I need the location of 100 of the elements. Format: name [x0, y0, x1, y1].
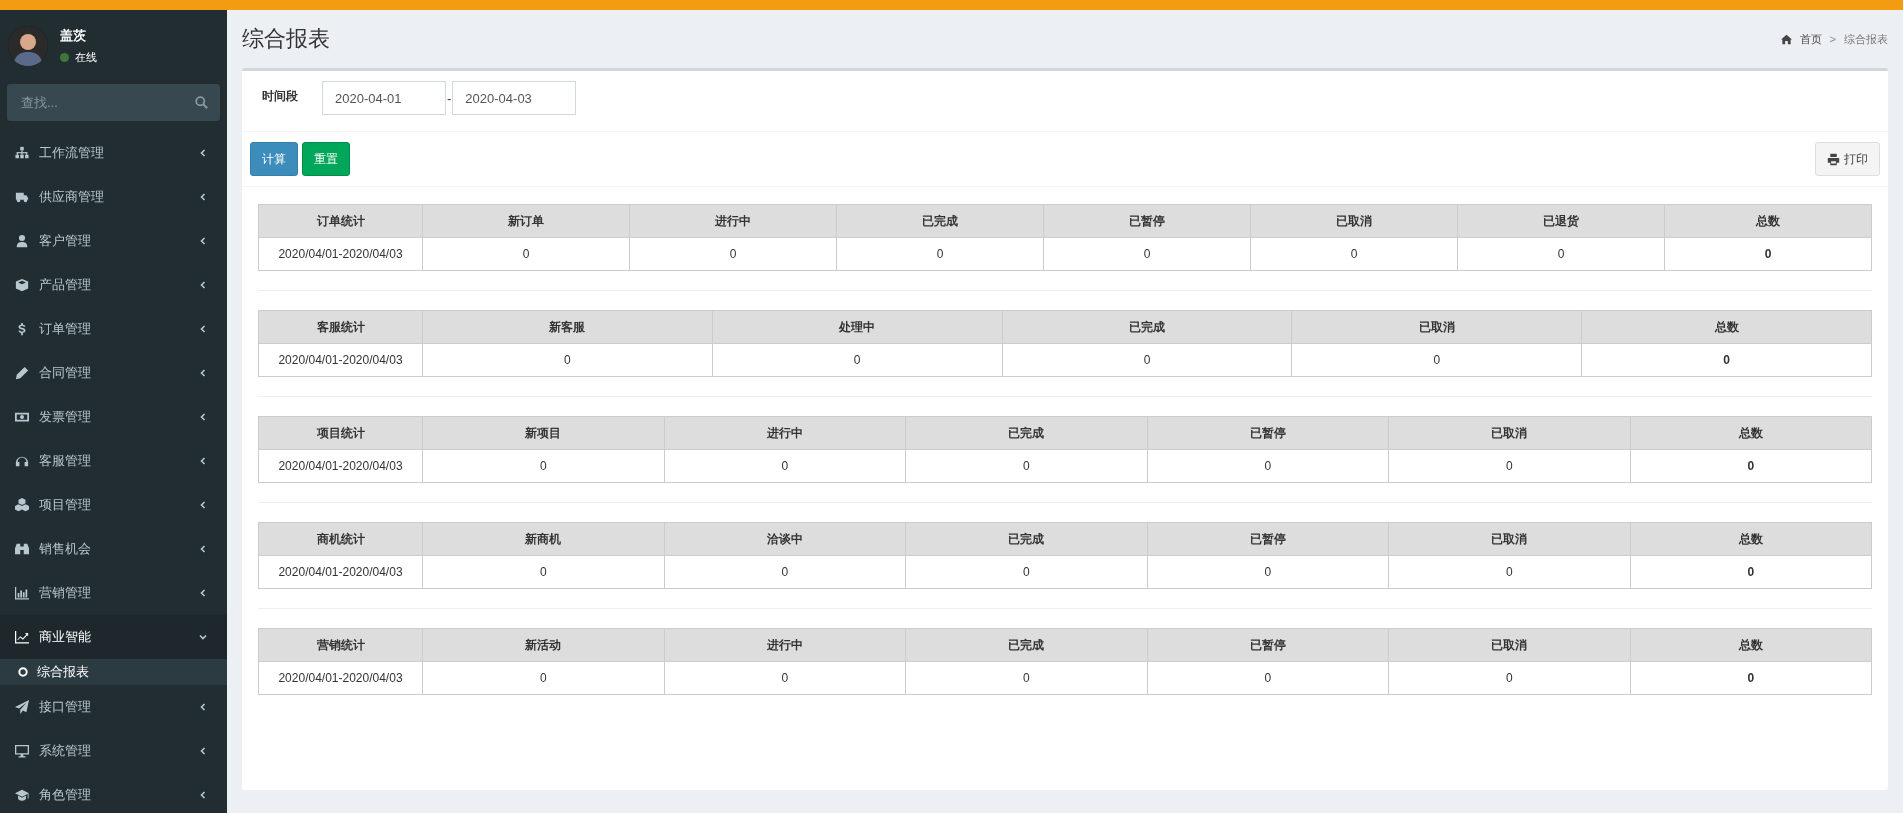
table-cell: 0: [905, 661, 1147, 695]
truck-icon: [15, 190, 29, 204]
sidebar-item[interactable]: 商业智能: [0, 615, 227, 659]
sidebar-item[interactable]: 客户管理: [0, 219, 227, 263]
table-cell: 0: [422, 449, 664, 483]
paper-plane-icon: [15, 700, 29, 714]
column-header: 已暂停: [1043, 204, 1251, 238]
table-cell: 2020/04/01-2020/04/03: [258, 449, 423, 483]
bar-chart-icon: [15, 586, 29, 600]
printer-icon: [1827, 152, 1840, 166]
column-header: 已取消: [1388, 416, 1630, 450]
sidebar-item[interactable]: 销售机会: [0, 527, 227, 571]
table-cell: 0: [1388, 449, 1630, 483]
sidebar-item[interactable]: 接口管理: [0, 685, 227, 729]
table-cell: 0: [1043, 237, 1251, 271]
table-cell: 2020/04/01-2020/04/03: [258, 555, 423, 589]
chevron-left-icon: [199, 325, 207, 333]
chevron-left-icon: [199, 589, 207, 597]
chevron-left-icon: [199, 747, 207, 755]
end-date-field[interactable]: 2020-04-03: [452, 81, 577, 115]
cubes-icon: [15, 498, 29, 512]
banknote-icon: [15, 410, 29, 424]
column-header: 总数: [1630, 522, 1872, 556]
column-header: 已完成: [905, 628, 1147, 662]
sidebar-item[interactable]: 供应商管理: [0, 175, 227, 219]
sidebar-item[interactable]: 合同管理: [0, 351, 227, 395]
column-header: 订单统计: [258, 204, 423, 238]
binoculars-icon: [15, 542, 29, 556]
table-cell: 0: [905, 555, 1147, 589]
table-cell: 0: [1388, 555, 1630, 589]
sitemap-icon: [15, 146, 29, 160]
sidebar-item[interactable]: 项目管理: [0, 483, 227, 527]
table-cell: 0: [1664, 237, 1872, 271]
table-cell: 0: [1147, 449, 1389, 483]
column-header: 已取消: [1250, 204, 1458, 238]
column-header: 营销统计: [258, 628, 423, 662]
start-date-field[interactable]: 2020-04-01: [322, 81, 446, 115]
column-header: 已取消: [1291, 310, 1582, 344]
status-dot-icon: [60, 53, 69, 62]
chevron-left-icon: [199, 413, 207, 421]
search-icon[interactable]: [195, 96, 208, 109]
sidebar-item[interactable]: 产品管理: [0, 263, 227, 307]
home-icon[interactable]: [1780, 33, 1792, 45]
column-header: 处理中: [712, 310, 1003, 344]
table-cell: 0: [664, 661, 906, 695]
sidebar-subitem[interactable]: 综合报表: [0, 659, 227, 685]
column-header: 洽谈中: [664, 522, 906, 556]
print-button[interactable]: 打印: [1815, 142, 1880, 176]
user-icon: [15, 234, 29, 248]
column-header: 总数: [1581, 310, 1872, 344]
column-header: 进行中: [629, 204, 837, 238]
table-cell: 0: [422, 237, 630, 271]
sidebar-item[interactable]: 角色管理: [0, 773, 227, 813]
calculate-button[interactable]: 计算: [250, 142, 298, 176]
sidebar-item[interactable]: 订单管理: [0, 307, 227, 351]
column-header: 总数: [1664, 204, 1872, 238]
column-header: 新项目: [422, 416, 664, 450]
chevron-left-icon: [199, 457, 207, 465]
sidebar-item[interactable]: 发票管理: [0, 395, 227, 439]
chevron-left-icon: [199, 193, 207, 201]
cube-icon: [15, 278, 29, 292]
table-cell: 2020/04/01-2020/04/03: [258, 343, 423, 377]
column-header: 已暂停: [1147, 522, 1389, 556]
column-header: 总数: [1630, 416, 1872, 450]
table-cell: 0: [422, 555, 664, 589]
column-header: 新订单: [422, 204, 630, 238]
sidebar-item[interactable]: 营销管理: [0, 571, 227, 615]
breadcrumb-link[interactable]: 首页: [1799, 31, 1822, 47]
graduation-cap-icon: [15, 788, 29, 802]
range-separator: -: [447, 90, 452, 106]
table-cell: 0: [664, 555, 906, 589]
table-cell: 2020/04/01-2020/04/03: [258, 661, 423, 695]
line-chart-icon: [15, 630, 29, 644]
user-name: 盖茨: [60, 27, 87, 45]
table-cell: 0: [1630, 449, 1872, 483]
sidebar-item[interactable]: 客服管理: [0, 439, 227, 483]
chevron-down-icon: [199, 633, 207, 641]
chevron-left-icon: [199, 703, 207, 711]
search-field[interactable]: 查找...: [7, 84, 220, 121]
circle-icon: [18, 667, 28, 677]
table-cell: 0: [1388, 661, 1630, 695]
chevron-left-icon: [199, 237, 207, 245]
table-cell: 0: [1291, 343, 1582, 377]
column-header: 已完成: [905, 416, 1147, 450]
table-cell: 0: [1630, 661, 1872, 695]
sidebar-item[interactable]: 工作流管理: [0, 131, 227, 175]
table-cell: 0: [1457, 237, 1665, 271]
column-header: 商机统计: [258, 522, 423, 556]
table-cell: 0: [1147, 661, 1389, 695]
table-cell: 0: [422, 343, 713, 377]
sidebar-item[interactable]: 系统管理: [0, 729, 227, 773]
table-cell: 0: [629, 237, 837, 271]
table-cell: 0: [1630, 555, 1872, 589]
headphones-icon: [15, 454, 29, 468]
table-cell: 0: [712, 343, 1003, 377]
chevron-left-icon: [199, 791, 207, 799]
table-cell: 0: [1002, 343, 1292, 377]
breadcrumb-separator: >: [1829, 33, 1836, 45]
column-header: 已完成: [836, 204, 1044, 238]
column-header: 进行中: [664, 416, 906, 450]
